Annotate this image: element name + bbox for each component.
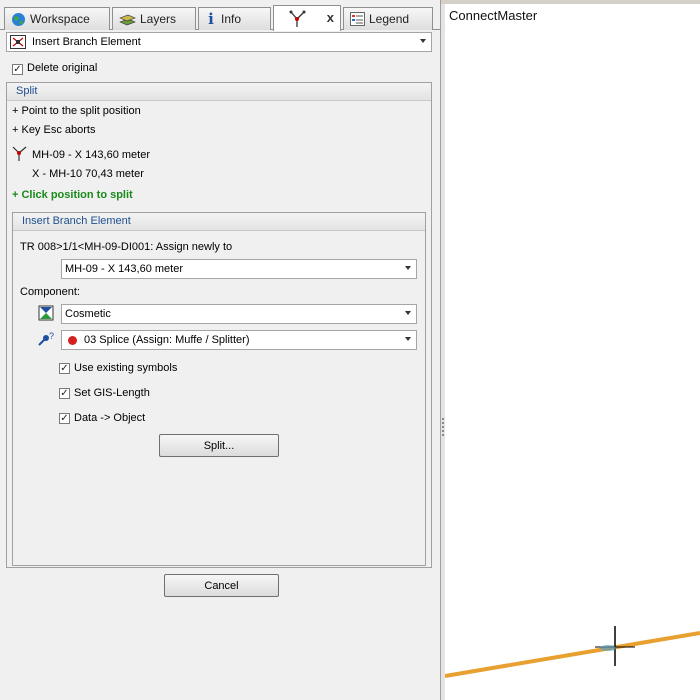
data-to-object-checkbox[interactable]: ✓: [59, 413, 70, 424]
legend-icon: [350, 12, 365, 26]
component-label: Component:: [20, 286, 80, 298]
split-tool-icon: [289, 10, 306, 27]
layers-icon: [119, 14, 136, 25]
insert-branch-group: Insert Branch Element TR 008>1/1<MH-09-D…: [12, 212, 426, 566]
splice-select[interactable]: 03 Splice (Assign: Muffe / Splitter): [61, 330, 417, 350]
close-tab-icon[interactable]: x: [327, 10, 334, 25]
map-canvas[interactable]: [445, 4, 700, 700]
splice-select-value: 03 Splice (Assign: Muffe / Splitter): [84, 334, 250, 346]
segment-1-length: MH-09 - X 143,60 meter: [32, 149, 150, 161]
click-to-split-prompt: + Click position to split: [12, 189, 133, 201]
tab-bar: Workspace Layers i Info x Legend: [0, 4, 441, 31]
component-icon: [38, 305, 54, 321]
chevron-down-icon: [405, 311, 411, 315]
use-existing-symbols-checkbox[interactable]: ✓: [59, 363, 70, 374]
component-select[interactable]: Cosmetic: [61, 304, 417, 324]
cancel-button[interactable]: Cancel: [164, 574, 279, 597]
chevron-down-icon: [420, 39, 426, 43]
hint-escape: + Key Esc aborts: [12, 124, 96, 136]
chevron-down-icon: [405, 337, 411, 341]
branch-element-icon: [10, 35, 26, 49]
pick-symbol-icon: ?: [38, 331, 54, 346]
cable-line[interactable]: [445, 631, 700, 678]
splitter-grip: [442, 418, 444, 420]
insert-branch-header: Insert Branch Element: [13, 213, 425, 231]
splitter-grip: [442, 434, 444, 436]
tab-legend[interactable]: Legend: [343, 7, 433, 30]
data-to-object-label: Data -> Object: [74, 412, 146, 424]
assign-select[interactable]: MH-09 - X 143,60 meter: [61, 259, 417, 279]
tab-label: Layers: [140, 12, 177, 26]
tab-label: Info: [221, 12, 242, 26]
assign-select-value: MH-09 - X 143,60 meter: [65, 263, 183, 275]
hint-point: + Point to the split position: [12, 105, 141, 117]
splice-red-dot-icon: [68, 335, 77, 345]
split-segment-icon: [12, 146, 27, 161]
use-existing-symbols-label: Use existing symbols: [74, 362, 178, 374]
set-gis-length-checkbox[interactable]: ✓: [59, 388, 70, 399]
info-icon: i: [208, 10, 214, 28]
splitter-grip: [442, 426, 444, 428]
set-gis-length-label: Set GIS-Length: [74, 387, 150, 399]
delete-original-label: Delete original: [27, 62, 98, 74]
tab-split-tool[interactable]: x: [273, 5, 341, 31]
segment-2-length: X - MH-10 70,43 meter: [32, 168, 144, 180]
tool-select-value: Insert Branch Element: [32, 36, 141, 48]
component-select-value: Cosmetic: [65, 308, 111, 320]
splitter-grip: [442, 422, 444, 424]
chevron-down-icon: [405, 266, 411, 270]
tab-info[interactable]: i Info: [198, 7, 271, 30]
globe-icon: [12, 12, 25, 26]
split-group-header: Split: [7, 83, 431, 101]
splitter-grip: [442, 430, 444, 432]
split-group: Split + Point to the split position + Ke…: [6, 82, 432, 568]
delete-original-checkbox[interactable]: ✓: [12, 64, 23, 75]
split-button[interactable]: Split...: [159, 434, 279, 457]
svg-text:?: ?: [49, 331, 54, 341]
assign-label: TR 008>1/1<MH-09-DI001: Assign newly to: [20, 241, 233, 253]
tab-label: Workspace: [30, 12, 90, 26]
map-view[interactable]: ConnectMaster: [445, 4, 700, 700]
tab-label: Legend: [369, 12, 410, 26]
tab-layers[interactable]: Layers: [112, 7, 196, 30]
tool-select[interactable]: Insert Branch Element: [6, 32, 432, 52]
left-panel: Workspace Layers i Info x Legend Insert …: [0, 0, 441, 700]
tab-workspace[interactable]: Workspace: [4, 7, 110, 30]
